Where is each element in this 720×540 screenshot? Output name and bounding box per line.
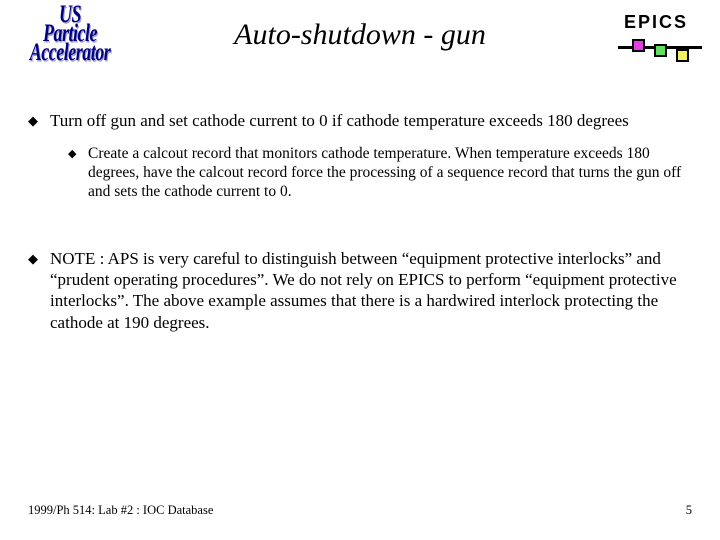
page-number: 5 [686,503,692,518]
epics-label: EPICS [624,12,700,33]
list-item: ◆ Turn off gun and set cathode current t… [28,110,692,131]
bullet-icon: ◆ [28,248,50,333]
slide-header: US Particle Accelerator Auto-shutdown - … [0,0,720,90]
bullet-text: Create a calcout record that monitors ca… [88,145,692,202]
list-item: ◆ NOTE : APS is very careful to distingu… [28,248,692,333]
slide-body: ◆ Turn off gun and set cathode current t… [28,110,692,347]
bullet-icon: ◆ [68,145,88,202]
slide-title: Auto-shutdown - gun [0,18,720,52]
list-item: ◆ Create a calcout record that monitors … [68,145,692,202]
bullet-text: NOTE : APS is very careful to distinguis… [50,248,692,333]
bullet-icon: ◆ [28,110,50,131]
slide-footer: 1999/Ph 514: Lab #2 : IOC Database 5 [28,503,692,518]
epics-squares-icon [624,37,700,65]
epics-logo: EPICS [624,12,700,65]
footer-left: 1999/Ph 514: Lab #2 : IOC Database [28,503,213,518]
sub-list: ◆ Create a calcout record that monitors … [68,145,692,202]
bullet-text: Turn off gun and set cathode current to … [50,110,692,131]
